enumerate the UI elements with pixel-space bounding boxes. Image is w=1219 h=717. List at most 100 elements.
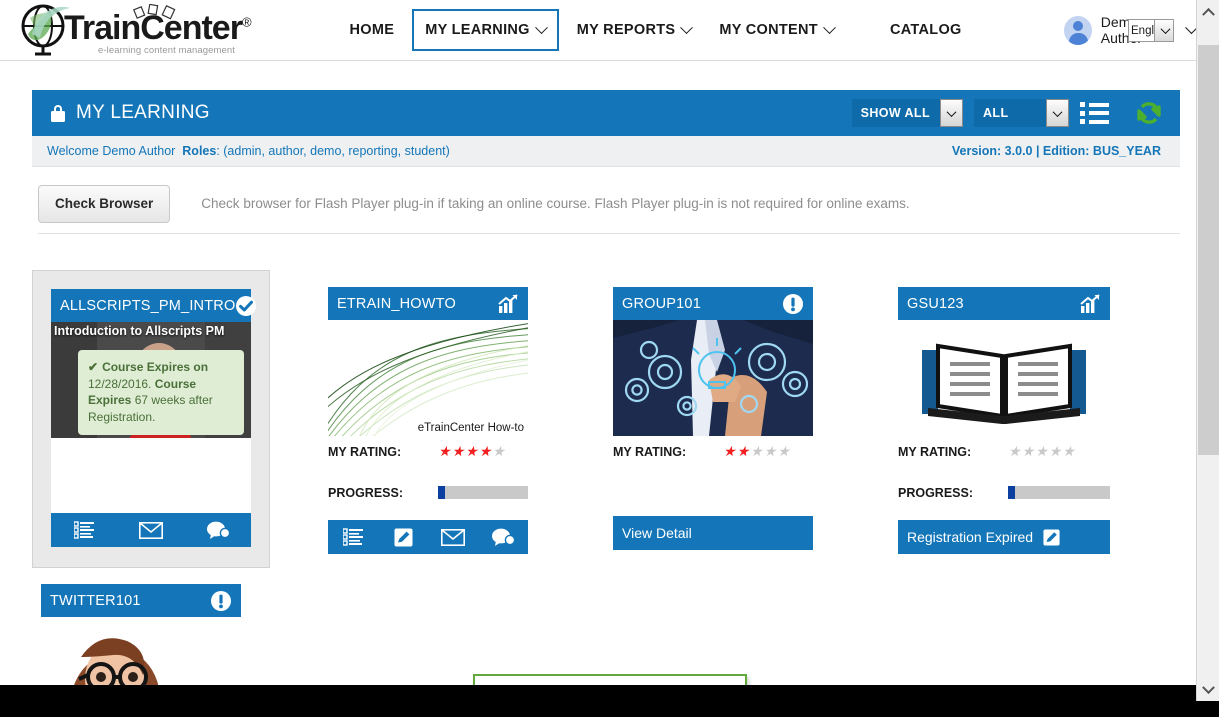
card-metrics [51,438,251,513]
card-code: GSU123 [907,295,964,312]
check-circle-icon [236,295,257,316]
course-tile-grid: ALLSCRIPTS_PM_INTRO Introduction to Alls… [0,61,1196,717]
card-thumbnail [898,320,1110,436]
envelope-icon[interactable] [118,521,185,539]
card-thumbnail: Introduction to Allscripts PM ✔ Course Ex… [51,322,251,438]
main-content: MY LEARNING SHOW ALL ALL Welcome Demo Au… [0,61,1196,717]
card-footer [51,513,251,547]
registration-expired-link[interactable]: Registration Expired [907,529,1033,545]
card-thumbnail-caption: eTrainCenter How-to [417,422,524,434]
chat-icon[interactable] [478,527,528,547]
scrollbar-thumb[interactable] [1198,45,1219,455]
nav-item-my-reports[interactable]: MY REPORTS [567,0,702,61]
card-thumbnail: eTrainCenter How-to [328,320,528,436]
card-header: ALLSCRIPTS_PM_INTRO [51,289,257,322]
card-subtitle: Introduction to Allscripts PM [54,324,225,338]
logo-registered-mark: ® [241,14,252,30]
top-header: TrainCenter® e-learning content manageme… [0,0,1198,61]
scroll-up-button[interactable] [1197,0,1219,22]
nav-item-catalog-label: CATALOG [889,21,962,38]
chart-arrow-icon [498,293,518,313]
chart-arrow-icon [1080,293,1100,313]
app-window: TrainCenter® e-learning content manageme… [0,0,1219,717]
envelope-icon[interactable] [428,528,478,546]
progress-bar [1008,486,1110,499]
nav-item-my-content-label: MY CONTENT [719,21,818,38]
rating-row: MY RATING: ★ ★ ★ ★ ★ [328,436,528,467]
card-header: GROUP101 [613,287,813,320]
card-code: GROUP101 [622,295,701,312]
brand-logo[interactable]: TrainCenter® e-learning content manageme… [18,2,277,58]
course-expiry-note: ✔ Course Expires on 12/28/2016. Course Ex… [78,350,244,435]
card-body: MY RATING: ★ ★ ★ ★ ★ PROGRESS: [898,320,1110,520]
card-header: ETRAIN_HOWTO [328,287,528,320]
expiry-text-1: 12/28/2016. [88,376,152,391]
course-tile[interactable]: ETRAIN_HOWTO eTrainCenter How-to MY RATI… [328,287,528,554]
card-code: ETRAIN_HOWTO [337,295,456,312]
rating-stars[interactable]: ★ ★ ★ ★ ★ [723,443,791,460]
progress-label: PROGRESS: [328,485,404,500]
scroll-down-button[interactable] [1197,679,1219,701]
card-metrics: MY RATING: ★ ★ ★ ★ ★ PROGRESS: [898,436,1110,520]
chevron-down-icon [680,20,694,34]
nav-item-home[interactable]: HOME [340,0,405,61]
books-decoration-icon [133,4,176,20]
pencil-icon[interactable] [1043,528,1060,546]
progress-row: PROGRESS: [898,477,1110,508]
view-detail-link[interactable]: View Detail [622,525,692,541]
syllabus-icon[interactable] [51,521,118,539]
course-tile[interactable]: GSU123 MY RATING: ★ ★ ★ ★ ★ PROGRESS: Re… [898,287,1110,554]
nav-item-my-learning-label: MY LEARNING [425,22,530,38]
course-tile[interactable]: ALLSCRIPTS_PM_INTRO Introduction to Alls… [32,270,270,568]
rating-stars[interactable]: ★ ★ ★ ★ ★ [1008,443,1076,460]
card-code: TWITTER101 [50,592,141,609]
progress-bar [438,486,528,499]
expiry-bold-1: Course Expires on [102,360,209,374]
course-card-group101[interactable]: GROUP101 MY RATING: ★ ★ ★ ★ ★ View Detai… [613,287,813,550]
nav-item-catalog[interactable]: CATALOG [880,0,972,61]
nav-item-my-content[interactable]: MY CONTENT [709,0,844,61]
card-thumbnail-image [898,320,1110,436]
nav-item-my-learning[interactable]: MY LEARNING [412,9,559,51]
chevron-down-icon[interactable] [1154,20,1173,41]
rating-row: MY RATING: ★ ★ ★ ★ ★ [898,436,1110,467]
chevron-down-icon [823,20,836,34]
rating-label: MY RATING: [328,444,402,459]
bottom-black-strip [0,685,1196,701]
card-body: eTrainCenter How-to MY RATING: ★★★★★ [328,320,528,520]
pencil-icon[interactable] [378,528,428,547]
card-header: TWITTER101 [41,584,241,617]
card-code: ALLSCRIPTS_PM_INTRO [60,297,236,314]
chat-icon[interactable] [184,520,251,540]
vertical-scrollbar[interactable] [1196,0,1219,701]
rating-row: MY RATING: ★ ★ ★ ★ ★ [613,436,813,467]
nav-item-my-reports-label: MY REPORTS [576,21,676,38]
exclamation-circle-icon [783,293,803,314]
check-icon: ✔ [88,360,99,374]
language-select[interactable]: English [1128,19,1174,42]
course-card-allscripts[interactable]: ALLSCRIPTS_PM_INTRO Introduction to Alls… [32,270,270,568]
nav-item-home-label: HOME [349,21,395,38]
card-footer [328,520,528,554]
window-bottom-strip [0,701,1219,717]
course-tile[interactable]: GROUP101 MY RATING: ★ ★ ★ ★ ★ View Detai… [613,287,813,550]
progress-label: PROGRESS: [898,485,974,500]
rating-stars[interactable]: ★ ★ ★ ★ ★ [438,443,506,460]
chevron-down-icon [534,20,548,34]
main-navigation: HOME MY LEARNING MY REPORTS MY CONTENT C… [340,0,972,61]
card-footer: View Detail [613,516,813,550]
language-selector[interactable]: English [1128,19,1174,42]
syllabus-icon[interactable] [328,528,378,546]
card-header: GSU123 [898,287,1110,320]
card-body: Introduction to Allscripts PM ✔ Course Ex… [51,322,251,513]
card-metrics: MY RATING: ★ ★ ★ ★ ★ PROGRESS: [328,436,528,520]
course-card-etrain-howto[interactable]: ETRAIN_HOWTO eTrainCenter How-to MY RATI… [328,287,528,554]
rating-label: MY RATING: [613,444,687,459]
language-select-value: English [1131,24,1154,37]
card-thumbnail [613,320,813,436]
course-card-gsu123[interactable]: GSU123 MY RATING: ★ ★ ★ ★ ★ PROGRESS: Re… [898,287,1110,554]
card-thumbnail-image [613,320,813,436]
exclamation-circle-icon [211,590,231,611]
card-body: MY RATING: ★ ★ ★ ★ ★ [613,320,813,516]
card-footer: Registration Expired [898,520,1110,554]
